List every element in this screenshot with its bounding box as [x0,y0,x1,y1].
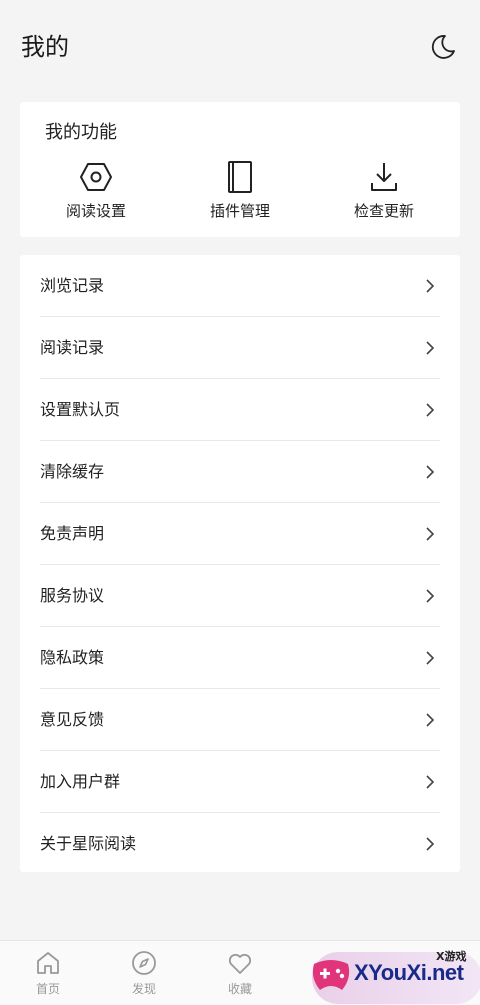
plugin-management-label: 插件管理 [209,202,270,220]
check-update-label: 检查更新 [353,202,414,220]
book-icon [228,161,252,193]
heart-icon [228,953,252,974]
check-update-button[interactable]: 检查更新 [324,160,444,226]
chevron-right-icon [426,713,435,727]
tab-favorites[interactable]: 收藏 [210,949,270,1001]
page-title: 我的 [21,33,69,61]
list-item-feedback[interactable]: 意见反馈 [20,689,460,751]
chevron-right-icon [426,775,435,789]
list-item-about[interactable]: 关于星际阅读 [20,813,460,875]
list-item-privacy-policy[interactable]: 隐私政策 [20,627,460,689]
chevron-right-icon [426,589,435,603]
list-item-join-group[interactable]: 加入用户群 [20,751,460,813]
list-item-service-agreement[interactable]: 服务协议 [20,565,460,627]
chevron-right-icon [426,279,435,293]
list-item-browse-history[interactable]: 浏览记录 [20,255,460,317]
hexagon-nut-icon [80,163,112,191]
chevron-right-icon [426,403,435,417]
list-item-label: 设置默认页 [40,400,121,419]
chevron-right-icon [426,651,435,665]
chevron-right-icon [426,837,435,851]
tab-home[interactable]: 首页 [18,949,78,1001]
list-item-label: 服务协议 [40,586,105,605]
list-item-label: 加入用户群 [40,772,121,791]
moon-icon[interactable] [429,33,457,61]
list-item-default-page[interactable]: 设置默认页 [20,379,460,441]
home-icon [37,952,59,974]
list-item-label: 意见反馈 [40,710,105,729]
download-icon [371,163,397,191]
plugin-management-button[interactable]: 插件管理 [180,160,300,226]
list-item-label: 隐私政策 [40,648,105,667]
chevron-right-icon [426,341,435,355]
compass-icon [132,951,156,975]
watermark-text: XYouXi.net [354,960,464,985]
list-item-label: 免责声明 [40,524,105,543]
functions-title: 我的功能 [45,122,117,143]
reading-settings-label: 阅读设置 [65,202,126,220]
tab-favorites-label: 收藏 [227,982,252,996]
gamepad-logo-icon [312,960,350,990]
list-item-label: 浏览记录 [40,276,105,295]
chevron-right-icon [426,527,435,541]
chevron-right-icon [426,465,435,479]
header: 我的 [0,0,480,96]
reading-settings-button[interactable]: 阅读设置 [36,160,156,226]
functions-card: 我的功能 阅读设置 插件管理 检查更新 [20,102,460,237]
tab-home-label: 首页 [35,982,60,996]
tab-discover-label: 发现 [131,982,156,996]
list-item-label: 清除缓存 [40,462,105,481]
list-item-clear-cache[interactable]: 清除缓存 [20,441,460,503]
list-item-label: 阅读记录 [40,338,105,357]
list-item-disclaimer[interactable]: 免责声明 [20,503,460,565]
watermark: X游戏 XYouXi.net [300,944,480,1004]
settings-list: 浏览记录 阅读记录 设置默认页 清除缓存 免责声明 服务协议 隐私政策 意见反馈 [20,255,460,872]
list-item-label: 关于星际阅读 [40,834,137,853]
list-item-reading-history[interactable]: 阅读记录 [20,317,460,379]
tab-discover[interactable]: 发现 [114,949,174,1001]
